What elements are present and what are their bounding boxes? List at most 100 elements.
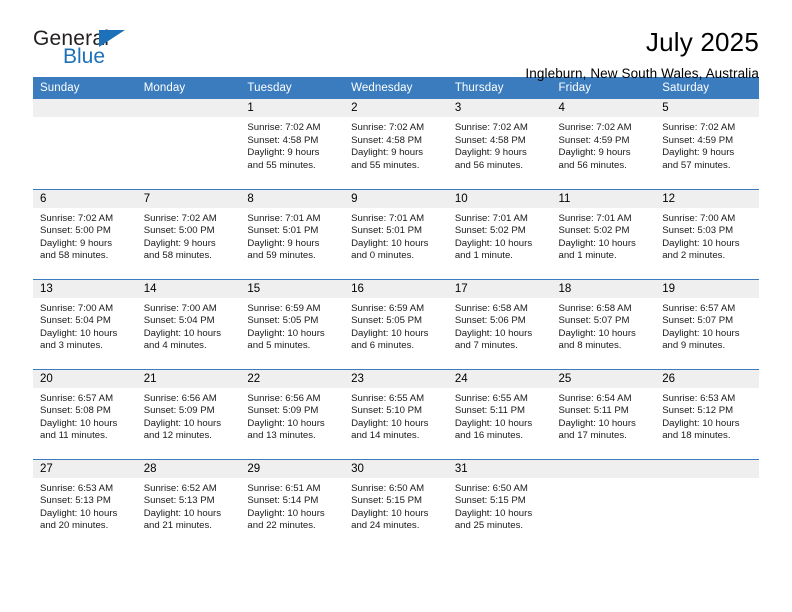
daylight-line-1: Daylight: 9 hours [143, 237, 216, 249]
calendar-day-cell[interactable]: 5 Sunrise: 7:02 AM Sunset: 4:59 PM Daylight… [655, 99, 759, 189]
calendar-week-row: 13 Sunrise: 7:00 AM Sunset: 5:04 PM Dayligh… [33, 278, 759, 369]
sunset-time: Sunset: 5:12 PM [662, 405, 734, 417]
calendar-day-cell[interactable]: 22 Sunrise: 6:56 AM Sunset: 5:09 PM Dayligh… [240, 368, 345, 459]
daylight-line-1: Daylight: 10 hours [247, 507, 325, 519]
daylight-line-2: and 58 minutes. [143, 250, 212, 262]
sunset-time: Sunset: 5:15 PM [454, 495, 526, 507]
calendar-day-cell[interactable]: 18 Sunrise: 6:58 AM Sunset: 5:07 PM Dayligh… [551, 278, 656, 369]
sunset-time: Sunset: 5:00 PM [40, 225, 111, 237]
daylight-line-2: and 57 minutes. [662, 159, 731, 171]
daylight-line-2: and 0 minutes. [351, 250, 415, 262]
calendar-day-cell[interactable]: 3 Sunrise: 7:02 AM Sunset: 4:58 PM Daylight… [447, 99, 552, 189]
day-details: Sunrise: 7:02 AM Sunset: 5:00 PM Daylight:… [33, 208, 137, 263]
calendar-day-cell[interactable]: 1 Sunrise: 7:02 AM Sunset: 4:58 PM Daylight… [240, 99, 345, 189]
day-number: 29 [240, 459, 345, 478]
calendar-day-cell[interactable]: 30 Sunrise: 6:50 AM Sunset: 5:15 PM Dayligh… [344, 458, 448, 549]
calendar-day-cell[interactable]: 7 Sunrise: 7:02 AM Sunset: 5:00 PM Daylight… [136, 188, 241, 279]
sunrise-time: Sunrise: 7:01 AM [454, 212, 528, 224]
daylight-line-2: and 7 minutes. [454, 340, 518, 352]
logo-text-blue: Blue [63, 45, 106, 68]
day-number: 4 [551, 99, 656, 117]
day-number: 5 [655, 99, 759, 117]
calendar-day-cell[interactable]: 26 Sunrise: 6:53 AM Sunset: 5:12 PM Dayligh… [655, 368, 759, 459]
daylight-line-2: and 1 minute. [454, 250, 513, 262]
general-blue-logo[interactable]: General Blue [33, 28, 163, 76]
daylight-line-1: Daylight: 10 hours [351, 417, 429, 429]
calendar-day-cell[interactable]: 10 Sunrise: 7:01 AM Sunset: 5:02 PM Dayligh… [447, 188, 552, 279]
daylight-line-2: and 18 minutes. [662, 430, 731, 442]
calendar-day-cell[interactable]: 12 Sunrise: 7:00 AM Sunset: 5:03 PM Dayligh… [655, 188, 759, 279]
daylight-line-2: and 55 minutes. [351, 159, 420, 171]
day-details: Sunrise: 6:53 AM Sunset: 5:13 PM Daylight:… [33, 478, 137, 533]
calendar-day-cell[interactable]: 27 Sunrise: 6:53 AM Sunset: 5:13 PM Dayligh… [33, 458, 137, 549]
day-number: 10 [447, 189, 552, 208]
daylight-line-1: Daylight: 9 hours [662, 147, 735, 159]
daylight-line-1: Daylight: 10 hours [40, 327, 118, 339]
calendar-day-cell[interactable]: 23 Sunrise: 6:55 AM Sunset: 5:10 PM Dayligh… [344, 368, 448, 459]
sunset-time: Sunset: 5:13 PM [143, 495, 215, 507]
day-number: 26 [655, 369, 759, 388]
day-number: 28 [136, 459, 241, 478]
day-number: 25 [551, 369, 656, 388]
sunrise-time: Sunrise: 7:01 AM [247, 212, 321, 224]
sunrise-time: Sunrise: 6:56 AM [143, 392, 217, 404]
day-number: 12 [655, 189, 759, 208]
sunset-time: Sunset: 4:59 PM [558, 134, 630, 146]
calendar-day-cell[interactable]: 15 Sunrise: 6:59 AM Sunset: 5:05 PM Dayligh… [240, 278, 345, 369]
calendar-week-row: 20 Sunrise: 6:57 AM Sunset: 5:08 PM Dayligh… [33, 368, 759, 459]
calendar-day-cell[interactable]: 31 Sunrise: 6:50 AM Sunset: 5:15 PM Dayligh… [447, 458, 552, 549]
sunrise-time: Sunrise: 7:02 AM [558, 122, 632, 133]
calendar-day-cell[interactable]: 29 Sunrise: 6:51 AM Sunset: 5:14 PM Dayligh… [240, 458, 345, 549]
sunrise-time: Sunrise: 7:01 AM [558, 212, 632, 224]
sunset-time: Sunset: 5:06 PM [454, 315, 526, 327]
sunset-time: Sunset: 5:15 PM [351, 495, 423, 507]
calendar-day-cell[interactable]: 6 Sunrise: 7:02 AM Sunset: 5:00 PM Daylight… [33, 188, 137, 279]
daylight-line-2: and 55 minutes. [247, 159, 316, 171]
day-number: 6 [33, 189, 137, 208]
day-details: Sunrise: 7:00 AM Sunset: 5:04 PM Daylight:… [33, 298, 137, 353]
calendar-day-cell[interactable]: 13 Sunrise: 7:00 AM Sunset: 5:04 PM Dayligh… [33, 278, 137, 369]
calendar-day-cell[interactable]: 19 Sunrise: 6:57 AM Sunset: 5:07 PM Dayligh… [655, 278, 759, 369]
day-details: Sunrise: 7:02 AM Sunset: 4:58 PM Daylight:… [240, 117, 344, 172]
daylight-line-1: Daylight: 10 hours [454, 327, 533, 339]
calendar-day-cell[interactable]: 17 Sunrise: 6:58 AM Sunset: 5:06 PM Dayligh… [447, 278, 552, 369]
calendar-day-cell[interactable]: 4 Sunrise: 7:02 AM Sunset: 4:59 PM Daylight… [551, 99, 656, 189]
calendar-day-cell[interactable]: 25 Sunrise: 6:54 AM Sunset: 5:11 PM Dayligh… [551, 368, 656, 459]
daylight-line-1: Daylight: 10 hours [40, 507, 118, 519]
day-number: 14 [136, 279, 241, 298]
page-subtitle: Ingleburn, New South Wales, Australia [525, 65, 759, 81]
day-number: 7 [136, 189, 241, 208]
day-number: 24 [447, 369, 552, 388]
weekday-header-tuesday: Tuesday [240, 77, 345, 99]
calendar-day-cell[interactable]: 11 Sunrise: 7:01 AM Sunset: 5:02 PM Dayligh… [551, 188, 656, 279]
calendar-day-cell[interactable]: 24 Sunrise: 6:55 AM Sunset: 5:11 PM Dayligh… [447, 368, 552, 459]
day-number: 8 [240, 189, 345, 208]
daylight-line-1: Daylight: 9 hours [454, 147, 527, 159]
calendar-day-cell[interactable]: 14 Sunrise: 7:00 AM Sunset: 5:04 PM Dayligh… [136, 278, 241, 369]
calendar-day-cell[interactable]: 9 Sunrise: 7:01 AM Sunset: 5:01 PM Daylight… [344, 188, 448, 279]
calendar-grid: Sunday Monday Tuesday Wednesday Thursday… [33, 77, 759, 549]
sunset-time: Sunset: 5:00 PM [143, 225, 215, 237]
calendar-day-cell[interactable]: 21 Sunrise: 6:56 AM Sunset: 5:09 PM Dayligh… [136, 368, 241, 459]
day-number: 3 [447, 99, 552, 117]
daylight-line-2: and 21 minutes. [143, 520, 212, 532]
calendar-day-cell-empty [136, 99, 241, 189]
day-details: Sunrise: 7:01 AM Sunset: 5:02 PM Daylight:… [448, 208, 552, 263]
day-number: 11 [551, 189, 656, 208]
day-details: Sunrise: 6:54 AM Sunset: 5:11 PM Daylight:… [552, 388, 656, 443]
daylight-line-1: Daylight: 10 hours [454, 417, 533, 429]
daylight-line-1: Daylight: 10 hours [662, 327, 740, 339]
calendar-day-cell[interactable]: 8 Sunrise: 7:01 AM Sunset: 5:01 PM Daylight… [240, 188, 345, 279]
sunrise-time: Sunrise: 6:57 AM [40, 392, 114, 404]
daylight-line-1: Daylight: 10 hours [247, 327, 325, 339]
calendar-day-cell[interactable]: 20 Sunrise: 6:57 AM Sunset: 5:08 PM Dayligh… [33, 368, 137, 459]
calendar-day-cell[interactable]: 2 Sunrise: 7:02 AM Sunset: 4:58 PM Daylight… [344, 99, 448, 189]
sunset-time: Sunset: 5:13 PM [40, 495, 111, 507]
day-details: Sunrise: 6:51 AM Sunset: 5:14 PM Daylight:… [240, 478, 344, 533]
day-number: 13 [33, 279, 137, 298]
day-details: Sunrise: 7:02 AM Sunset: 4:58 PM Daylight:… [448, 117, 552, 172]
calendar-day-cell[interactable]: 16 Sunrise: 6:59 AM Sunset: 5:05 PM Dayligh… [344, 278, 448, 369]
sunrise-time: Sunrise: 6:50 AM [454, 482, 528, 494]
calendar-day-cell[interactable]: 28 Sunrise: 6:52 AM Sunset: 5:13 PM Dayligh… [136, 458, 241, 549]
daylight-line-1: Daylight: 9 hours [247, 147, 320, 159]
